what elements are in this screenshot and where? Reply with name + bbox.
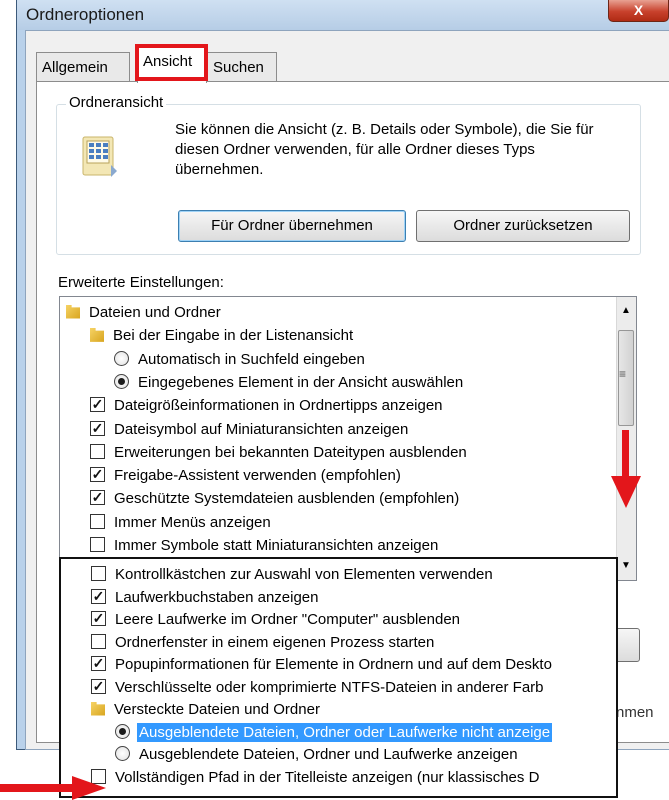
settings-row[interactable]: Vollständigen Pfad in der Titelleiste an… (91, 766, 639, 789)
checkbox[interactable] (90, 443, 105, 459)
settings-row[interactable]: Ausgeblendete Dateien, Ordner und Laufwe… (115, 743, 663, 766)
settings-row-label: Vollständigen Pfad in der Titelleiste an… (115, 768, 540, 786)
red-arrow-right-icon (0, 776, 106, 800)
radio-button[interactable] (114, 373, 129, 389)
settings-row[interactable]: ✓ Leere Laufwerke im Ordner "Computer" au… (91, 608, 639, 631)
settings-row-label: Erweiterungen bei bekannten Dateitypen a… (114, 443, 467, 461)
folder-icon (66, 304, 80, 319)
settings-row-label: Immer Symbole statt Miniaturansichten an… (114, 537, 439, 554)
settings-row-label: Ausgeblendete Dateien, Ordner oder Laufw… (137, 722, 553, 742)
settings-row-label: Leere Laufwerke im Ordner "Computer" aus… (115, 611, 460, 628)
checkbox[interactable] (90, 513, 105, 529)
settings-row-label: Dateigrößeinformationen in Ordnertipps a… (114, 397, 443, 415)
grip-icon: ≡ (619, 367, 627, 381)
ordneransicht-label: Ordneransicht (66, 94, 167, 111)
apply-to-folders-button[interactable]: Für Ordner übernehmen (178, 210, 406, 242)
settings-row[interactable]: Kontrollkästchen zur Auswahl von Element… (91, 563, 639, 586)
checkbox[interactable] (91, 566, 106, 582)
settings-row[interactable]: Automatisch in Suchfeld eingeben (114, 348, 367, 371)
checkbox[interactable]: ✓ (91, 611, 106, 627)
settings-row-label: Ausgeblendete Dateien, Ordner und Laufwe… (139, 746, 518, 763)
zoomed-settings-box: Kontrollkästchen zur Auswahl von Element… (59, 557, 618, 798)
settings-row-label: Geschützte Systemdateien ausblenden (emp… (114, 490, 460, 508)
settings-row[interactable]: ✓ Popupinformationen für Elemente in Ordn… (91, 653, 639, 676)
checkbox[interactable]: ✓ (91, 588, 106, 604)
checkbox[interactable]: ✓ (91, 678, 106, 694)
ordneransicht-description: Sie können die Ansicht (z. B. Details od… (175, 121, 594, 178)
settings-row[interactable]: ✓ Dateisymbol auf Miniaturansichten anzei… (90, 418, 410, 441)
tab-allgemein[interactable]: Allgemein (36, 52, 130, 82)
settings-row[interactable]: Bei der Eingabe in der Listenansicht (90, 324, 355, 347)
settings-row[interactable]: Dateien und Ordner (66, 301, 223, 324)
advanced-settings-label: Erweiterte Einstellungen: (58, 274, 224, 291)
folder-icon (91, 701, 105, 716)
scroll-up-icon[interactable]: ▲ (621, 305, 631, 316)
folder-view-icon (82, 136, 117, 177)
settings-row-label: Bei der Eingabe in der Listenansicht (113, 327, 354, 345)
checkbox[interactable]: ✓ (90, 420, 105, 436)
settings-row[interactable]: ✓ Geschützte Systemdateien ausblenden (em… (90, 487, 461, 510)
settings-row-label: Kontrollkästchen zur Auswahl von Element… (115, 566, 493, 583)
settings-row[interactable]: ✓ Verschlüsselte oder komprimierte NTFS-D… (91, 676, 639, 699)
settings-row-label: Eingegebenes Element in der Ansicht ausw… (138, 373, 464, 391)
settings-row-label: Freigabe-Assistent verwenden (empfohlen) (114, 467, 401, 485)
tab-ansicht[interactable]: Ansicht (137, 47, 207, 83)
settings-row-label: Dateisymbol auf Miniaturansichten anzeig… (114, 420, 409, 438)
window-title: Ordneroptionen (26, 5, 145, 24)
settings-row-label: Ordnerfenster in einem eigenen Prozess s… (115, 633, 435, 651)
settings-row[interactable]: ✓ Dateigrößeinformationen in Ordnertipps … (90, 394, 445, 417)
checkbox[interactable] (91, 633, 106, 649)
red-arrow-down-icon (611, 430, 641, 508)
checkbox[interactable]: ✓ (91, 656, 106, 672)
settings-row-label: Versteckte Dateien und Ordner (114, 701, 320, 718)
settings-row-label: Automatisch in Suchfeld eingeben (138, 350, 365, 368)
settings-row-label: Popupinformationen für Elemente in Ordne… (115, 656, 552, 673)
close-button[interactable]: X (608, 0, 669, 22)
settings-row[interactable]: ✓ Laufwerkbuchstaben anzeigen (91, 586, 639, 609)
checkbox[interactable] (90, 537, 105, 553)
checkbox[interactable]: ✓ (90, 397, 105, 413)
settings-row-label: Laufwerkbuchstaben anzeigen (115, 588, 319, 606)
reset-folders-button[interactable]: Ordner zurücksetzen (416, 210, 630, 242)
settings-row[interactable]: Eingegebenes Element in der Ansicht ausw… (114, 371, 465, 394)
settings-row[interactable]: Immer Menüs anzeigen (90, 511, 273, 534)
settings-row[interactable]: Versteckte Dateien und Ordner (91, 698, 639, 721)
settings-row-label: Verschlüsselte oder komprimierte NTFS-Da… (115, 678, 544, 696)
settings-row-label: Dateien und Ordner (89, 304, 221, 321)
tab-suchen[interactable]: Suchen (207, 52, 277, 82)
checkbox[interactable]: ✓ (90, 467, 105, 483)
radio-button[interactable] (114, 350, 129, 366)
settings-row[interactable]: Ordnerfenster in einem eigenen Prozess s… (91, 631, 639, 654)
settings-row-label: Immer Menüs anzeigen (114, 513, 271, 531)
settings-row[interactable]: Erweiterungen bei bekannten Dateitypen a… (90, 441, 469, 464)
settings-row[interactable]: Ausgeblendete Dateien, Ordner oder Laufw… (115, 721, 663, 744)
radio-button[interactable] (115, 723, 130, 739)
checkbox[interactable]: ✓ (90, 490, 105, 506)
radio-button[interactable] (115, 746, 130, 762)
folder-icon (90, 327, 104, 342)
settings-row[interactable]: Immer Symbole statt Miniaturansichten an… (90, 534, 440, 557)
settings-row[interactable]: ✓ Freigabe-Assistent verwenden (empfohlen… (90, 464, 403, 487)
